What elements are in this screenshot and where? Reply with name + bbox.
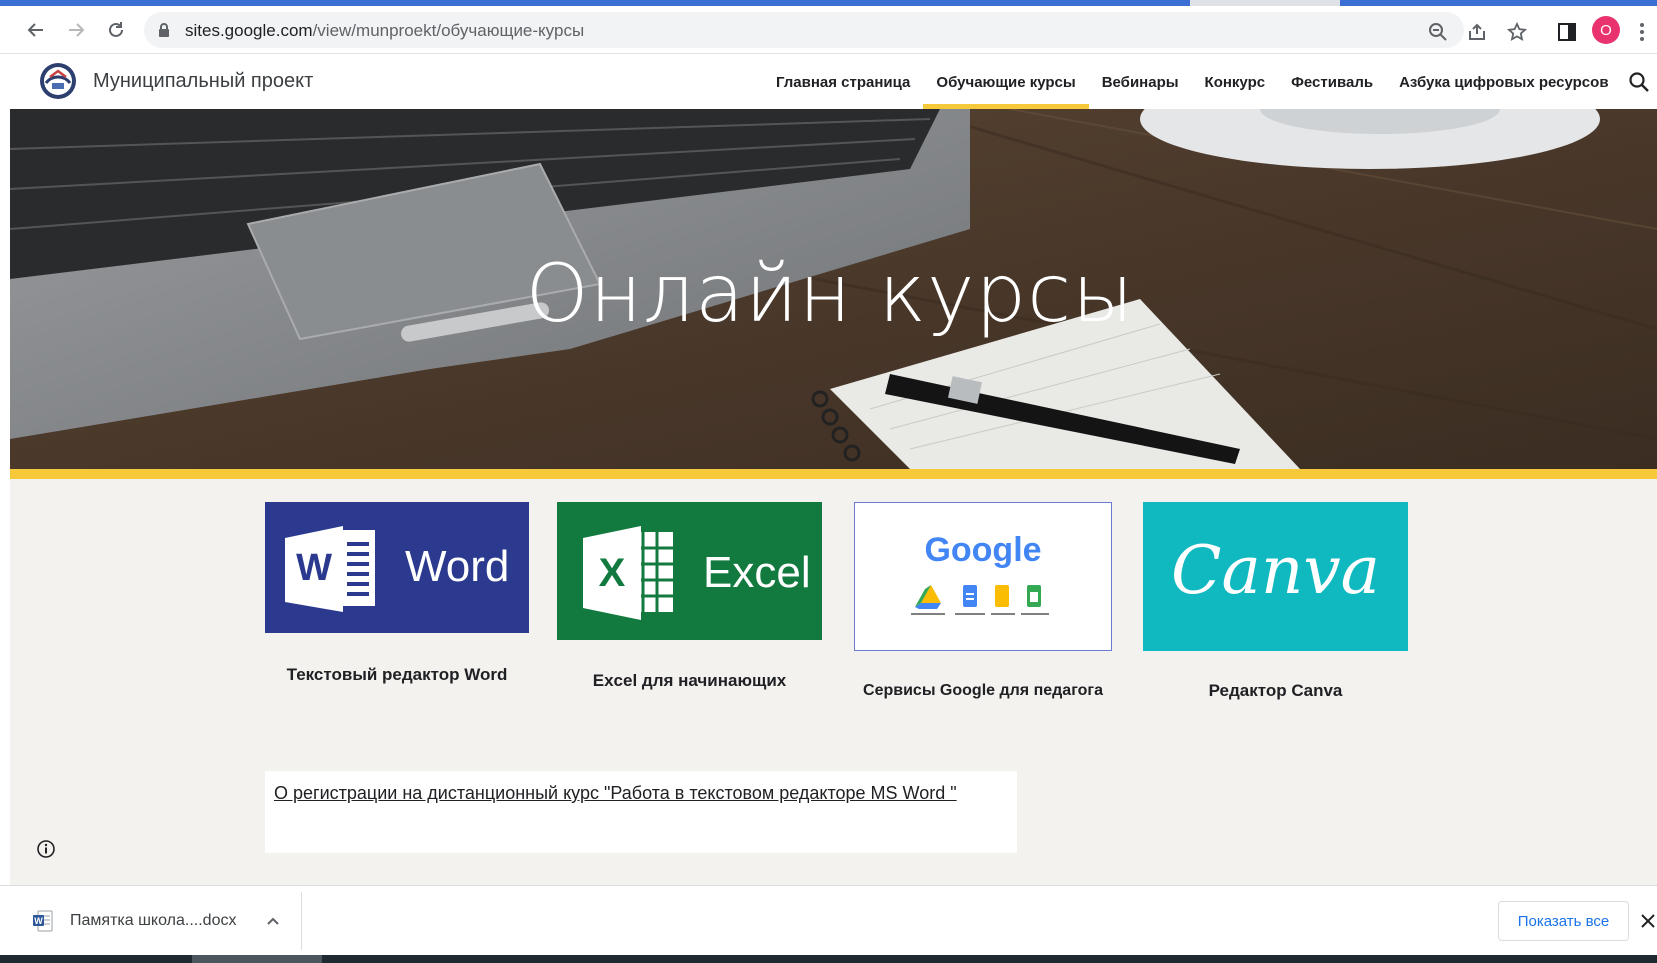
site-navigation: Главная страница Обучающие курсы Вебинар…: [763, 55, 1622, 109]
main-content: W Word Текстовый редактор Word X Excel E…: [10, 479, 1657, 885]
site-header: Муниципальный проект Главная страница Об…: [10, 55, 1657, 109]
show-all-downloads-button[interactable]: Показать все: [1498, 901, 1629, 941]
course-tile-excel[interactable]: X Excel: [557, 502, 822, 640]
svg-text:W: W: [296, 547, 332, 589]
word-document-icon: W: [33, 910, 53, 932]
side-panel-icon[interactable]: [1555, 20, 1579, 44]
search-icon[interactable]: [1628, 71, 1650, 93]
course-label-canva[interactable]: Редактор Canva: [1143, 681, 1408, 701]
nav-item-festival[interactable]: Фестиваль: [1278, 55, 1386, 109]
hero-banner: Онлайн курсы: [10, 109, 1657, 469]
taskbar-active-item: [192, 955, 322, 963]
lock-icon: [158, 22, 170, 43]
url-text: sites.google.com/view/munproekt/обучающи…: [185, 21, 584, 41]
kebab-menu-icon[interactable]: [1634, 20, 1650, 44]
nav-item-digital-resources[interactable]: Азбука цифровых ресурсов: [1386, 55, 1621, 109]
site-title[interactable]: Муниципальный проект: [93, 70, 313, 93]
nav-item-home[interactable]: Главная страница: [763, 55, 923, 109]
info-icon[interactable]: [36, 839, 56, 859]
course-tile-canva[interactable]: Canva: [1143, 502, 1408, 651]
url-domain: sites.google.com: [185, 21, 313, 40]
hero-title: Онлайн курсы: [525, 247, 1135, 340]
address-bar[interactable]: sites.google.com/view/munproekt/обучающи…: [144, 12, 1464, 48]
os-taskbar: [0, 955, 1657, 963]
chevron-up-icon[interactable]: [263, 911, 283, 931]
course-label-excel[interactable]: Excel для начинающих: [557, 671, 822, 691]
share-icon[interactable]: [1465, 20, 1489, 44]
download-file-name[interactable]: Памятка школа....docx: [70, 912, 236, 930]
registration-text-box: О регистрации на дистанционный курс "Раб…: [265, 771, 1017, 853]
downloads-separator: [301, 892, 302, 950]
google-apps-icon: [911, 585, 1049, 615]
google-wordmark: Google: [924, 531, 1042, 569]
zoom-icon[interactable]: [1426, 20, 1450, 44]
svg-text:X: X: [599, 551, 626, 595]
bookmark-star-icon[interactable]: [1505, 20, 1529, 44]
registration-link[interactable]: О регистрации на дистанционный курс "Раб…: [274, 783, 957, 804]
canva-wordmark: Canva: [1171, 532, 1380, 609]
course-tile-word[interactable]: W Word: [265, 502, 529, 633]
course-label-word[interactable]: Текстовый редактор Word: [265, 665, 529, 685]
nav-item-contest[interactable]: Конкурс: [1192, 55, 1279, 109]
svg-text:W: W: [34, 916, 43, 926]
downloads-bar: W Памятка школа....docx Показать все: [0, 885, 1657, 955]
course-tile-google[interactable]: Google: [854, 502, 1112, 651]
close-icon[interactable]: [1640, 911, 1656, 931]
url-path: /view/munproekt/обучающие-курсы: [312, 21, 585, 40]
browser-toolbar: sites.google.com/view/munproekt/обучающи…: [0, 6, 1657, 54]
nav-item-webinars[interactable]: Вебинары: [1089, 55, 1192, 109]
back-arrow-icon[interactable]: [20, 14, 52, 46]
forward-arrow-icon[interactable]: [60, 14, 92, 46]
reload-icon[interactable]: [100, 14, 132, 46]
word-tile-text: Word: [405, 542, 510, 591]
excel-tile-text: Excel: [703, 548, 811, 597]
site-logo-icon[interactable]: [38, 61, 78, 101]
course-label-google[interactable]: Сервисы Google для педагога: [846, 682, 1120, 700]
nav-item-courses[interactable]: Обучающие курсы: [923, 55, 1090, 109]
profile-avatar[interactable]: O: [1592, 16, 1620, 44]
hero-accent-bar: [10, 469, 1657, 479]
